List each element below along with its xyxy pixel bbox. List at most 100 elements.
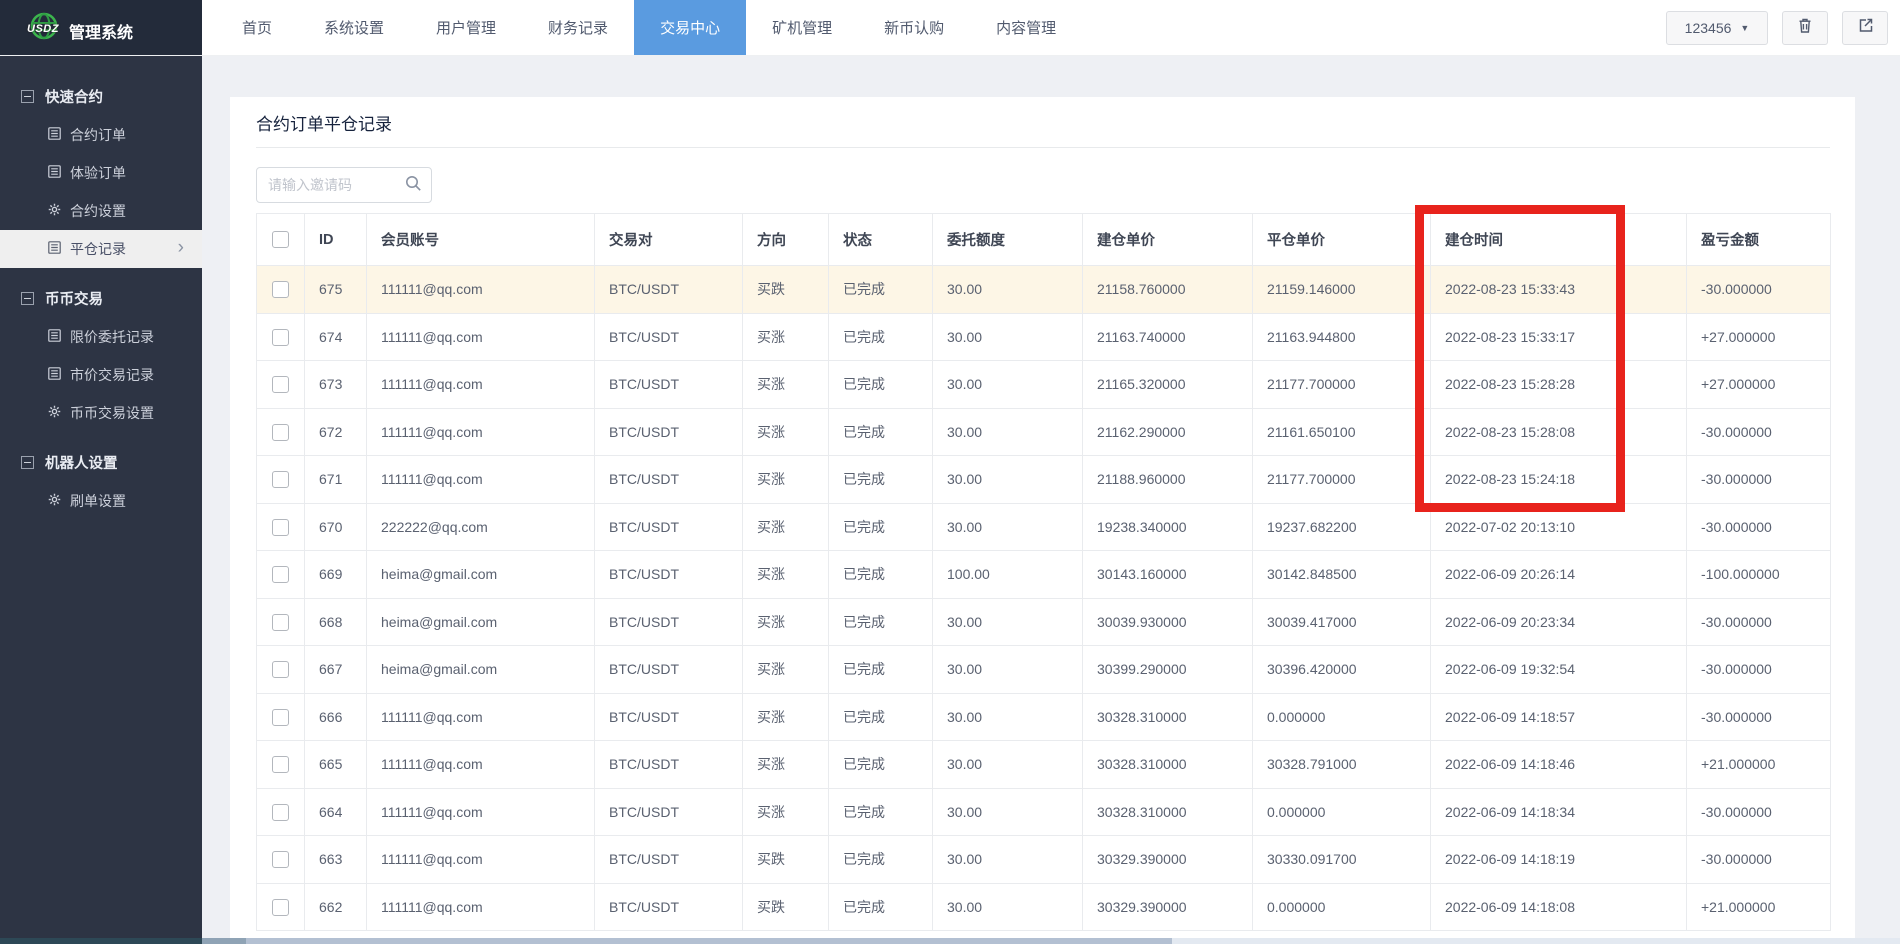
cell-open-price: 30143.160000	[1082, 550, 1253, 599]
cell-id: 675	[304, 265, 367, 314]
search-button[interactable]	[402, 174, 424, 196]
row-checkbox[interactable]	[272, 566, 289, 584]
cell-status: 已完成	[828, 597, 933, 646]
table-row-674: 674 111111@qq.com BTC/USDT 买涨 已完成 30.00 21163.…	[256, 312, 1831, 361]
sidebar-item-label: 平仓记录	[70, 241, 126, 257]
cell-profit: +27.000000	[1686, 312, 1831, 361]
nav-item-3[interactable]: 用户管理	[410, 0, 522, 55]
cell-direction: 买涨	[742, 455, 829, 504]
table-row-672: 672 111111@qq.com BTC/USDT 买涨 已完成 30.00 21162.…	[256, 407, 1831, 456]
cell-id: 664	[304, 787, 367, 836]
row-checkbox[interactable]	[272, 376, 289, 394]
cell-status: 已完成	[828, 645, 933, 694]
user-dropdown-button[interactable]: 123456 ▼	[1666, 10, 1768, 45]
cell-direction: 买涨	[742, 360, 829, 409]
cell-profit: +21.000000	[1686, 740, 1831, 789]
cell-status: 已完成	[828, 360, 933, 409]
sidebar-item-合约订单[interactable]: 合约订单	[0, 116, 202, 154]
row-checkbox[interactable]	[272, 661, 289, 679]
row-checkbox[interactable]	[272, 423, 289, 441]
column-header-方向: 方向	[742, 213, 829, 266]
cell-amount: 30.00	[932, 645, 1083, 694]
row-checkbox[interactable]	[272, 471, 289, 489]
cell-amount: 30.00	[932, 360, 1083, 409]
cell-amount: 30.00	[932, 312, 1083, 361]
cell-open-time: 2022-08-23 15:28:08	[1430, 407, 1687, 456]
row-checkbox[interactable]	[272, 756, 289, 774]
cell-status: 已完成	[828, 740, 933, 789]
cell-open-price: 21163.740000	[1082, 312, 1253, 361]
globe-logo-icon: USDZ	[26, 10, 62, 46]
list-icon	[48, 329, 61, 345]
sidebar-item-刷单设置[interactable]: 刷单设置	[0, 482, 202, 520]
row-checkbox[interactable]	[272, 803, 289, 821]
app-logo: USDZ 管理系统	[0, 0, 202, 55]
sidebar-item-label: 币币交易设置	[70, 405, 154, 421]
cell-pair: BTC/USDT	[594, 882, 743, 931]
sidebar-section-title[interactable]: 快速合约	[0, 76, 202, 116]
cell-direction: 买涨	[742, 645, 829, 694]
sidebar-item-平仓记录[interactable]: 平仓记录 ›	[0, 230, 202, 268]
row-checkbox[interactable]	[272, 281, 289, 299]
cell-profit: -30.000000	[1686, 502, 1831, 551]
logout-button[interactable]	[1842, 10, 1888, 45]
cell-open-time: 2022-07-02 20:13:10	[1430, 502, 1687, 551]
cell-profit: -30.000000	[1686, 407, 1831, 456]
sidebar-item-限价委托记录[interactable]: 限价委托记录	[0, 318, 202, 356]
cell-close-price: 21163.944800	[1252, 312, 1431, 361]
row-checkbox[interactable]	[272, 708, 289, 726]
sidebar-section-title[interactable]: 币币交易	[0, 278, 202, 318]
sidebar: 快速合约 合约订单 体验订单 合约设置 平仓记录 › 币币交易 限价委托记录 市价交易记录币币交…	[0, 56, 202, 938]
nav-item-1[interactable]: 首页	[216, 0, 298, 55]
nav-item-2[interactable]: 系统设置	[298, 0, 410, 55]
cell-open-price: 30399.290000	[1082, 645, 1253, 694]
search-box	[256, 167, 432, 203]
logout-icon	[1857, 17, 1874, 39]
scrollbar-left-segment	[0, 938, 202, 944]
cell-status: 已完成	[828, 550, 933, 599]
cell-close-price: 0.000000	[1252, 787, 1431, 836]
cell-account: 111111@qq.com	[366, 360, 595, 409]
cell-account: 111111@qq.com	[366, 455, 595, 504]
cell-amount: 100.00	[932, 550, 1083, 599]
sidebar-item-市价交易记录[interactable]: 市价交易记录	[0, 356, 202, 394]
nav-item-6[interactable]: 矿机管理	[746, 0, 858, 55]
cell-open-time: 2022-06-09 14:18:57	[1430, 692, 1687, 741]
topbar-right-controls: 123456 ▼	[1666, 0, 1900, 55]
row-checkbox-cell	[256, 645, 305, 694]
nav-item-8[interactable]: 内容管理	[970, 0, 1082, 55]
main-content: 合约订单平仓记录 ID会员账号交易对方向状态委托额度建仓单价平仓单价建仓时间盈亏…	[202, 56, 1900, 944]
row-checkbox[interactable]	[272, 898, 289, 916]
nav-item-4[interactable]: 财务记录	[522, 0, 634, 55]
row-checkbox[interactable]	[272, 328, 289, 346]
cell-open-price: 21158.760000	[1082, 265, 1253, 314]
cell-status: 已完成	[828, 787, 933, 836]
cell-profit: -30.000000	[1686, 597, 1831, 646]
nav-item-5[interactable]: 交易中心	[634, 0, 747, 55]
sidebar-item-体验订单[interactable]: 体验订单	[0, 154, 202, 192]
cell-open-time: 2022-06-09 14:18:19	[1430, 835, 1687, 884]
cell-id: 672	[304, 407, 367, 456]
trash-button[interactable]	[1782, 10, 1828, 45]
cell-pair: BTC/USDT	[594, 692, 743, 741]
row-checkbox-cell	[256, 882, 305, 931]
sidebar-item-合约设置[interactable]: 合约设置	[0, 192, 202, 230]
table-row-662: 662 111111@qq.com BTC/USDT 买跌 已完成 30.00 30329.…	[256, 882, 1831, 931]
horizontal-scrollbar	[0, 938, 1900, 944]
sidebar-item-币币交易设置[interactable]: 币币交易设置	[0, 394, 202, 432]
cell-open-price: 30328.310000	[1082, 740, 1253, 789]
top-bar: USDZ 管理系统 首页 系统设置 用户管理 财务记录 交易中心 矿机管理 新币认购 内容管理…	[0, 0, 1900, 56]
cell-pair: BTC/USDT	[594, 312, 743, 361]
sidebar-section-title[interactable]: 机器人设置	[0, 442, 202, 482]
cell-open-time: 2022-06-09 19:32:54	[1430, 645, 1687, 694]
row-checkbox[interactable]	[272, 851, 289, 869]
select-all-checkbox[interactable]	[272, 231, 289, 248]
cell-direction: 买涨	[742, 740, 829, 789]
nav-item-7[interactable]: 新币认购	[858, 0, 970, 55]
scrollbar-thumb[interactable]	[246, 938, 1172, 944]
list-icon	[48, 367, 61, 383]
cell-open-price: 30039.930000	[1082, 597, 1253, 646]
row-checkbox[interactable]	[272, 518, 289, 536]
row-checkbox[interactable]	[272, 613, 289, 631]
table-header-row: ID 会员账号 交易对 方向 状态 委托额度 建仓单价 平仓单价 建仓时间 盈亏金额	[256, 213, 1831, 266]
